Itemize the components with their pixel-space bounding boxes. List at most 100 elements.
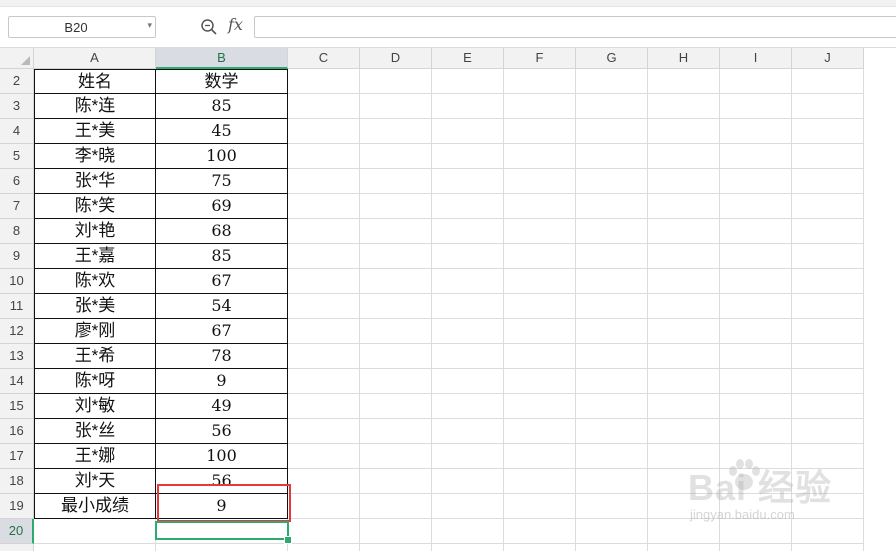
cell-i15[interactable]: [720, 394, 792, 419]
cell-d18[interactable]: [360, 469, 432, 494]
cell-j4[interactable]: [792, 119, 864, 144]
row-header-15[interactable]: 15: [0, 394, 34, 419]
column-header-j[interactable]: J: [792, 48, 864, 69]
cell-j19[interactable]: [792, 494, 864, 519]
row-header-2[interactable]: 2: [0, 69, 34, 94]
cell-g12[interactable]: [576, 319, 648, 344]
cell-i16[interactable]: [720, 419, 792, 444]
cell-b11[interactable]: 54: [156, 294, 288, 319]
cell-h5[interactable]: [648, 144, 720, 169]
cell-j13[interactable]: [792, 344, 864, 369]
cell-e14[interactable]: [432, 369, 504, 394]
cell-c5[interactable]: [288, 144, 360, 169]
cell-f6[interactable]: [504, 169, 576, 194]
row-header-11[interactable]: 11: [0, 294, 34, 319]
cell-a21[interactable]: [34, 544, 156, 551]
cell-h3[interactable]: [648, 94, 720, 119]
cell-b8[interactable]: 68: [156, 219, 288, 244]
cell-f7[interactable]: [504, 194, 576, 219]
cell-f11[interactable]: [504, 294, 576, 319]
cell-c10[interactable]: [288, 269, 360, 294]
cell-d2[interactable]: [360, 69, 432, 94]
cell-i2[interactable]: [720, 69, 792, 94]
cell-h8[interactable]: [648, 219, 720, 244]
cell-e13[interactable]: [432, 344, 504, 369]
cell-a7[interactable]: 陈*笑: [34, 194, 156, 219]
cell-i20[interactable]: [720, 519, 792, 544]
cell-h9[interactable]: [648, 244, 720, 269]
cell-g8[interactable]: [576, 219, 648, 244]
cell-c11[interactable]: [288, 294, 360, 319]
cell-g14[interactable]: [576, 369, 648, 394]
cell-g9[interactable]: [576, 244, 648, 269]
cell-b6[interactable]: 75: [156, 169, 288, 194]
cell-f20[interactable]: [504, 519, 576, 544]
cell-i18[interactable]: [720, 469, 792, 494]
cell-e5[interactable]: [432, 144, 504, 169]
row-header-9[interactable]: 9: [0, 244, 34, 269]
cell-g16[interactable]: [576, 419, 648, 444]
cell-j21[interactable]: [792, 544, 864, 551]
cell-e9[interactable]: [432, 244, 504, 269]
cell-i9[interactable]: [720, 244, 792, 269]
cell-c20[interactable]: [288, 519, 360, 544]
cell-g10[interactable]: [576, 269, 648, 294]
cell-c18[interactable]: [288, 469, 360, 494]
cell-j2[interactable]: [792, 69, 864, 94]
select-all-corner[interactable]: [0, 48, 34, 69]
cell-i19[interactable]: [720, 494, 792, 519]
cell-i21[interactable]: [720, 544, 792, 551]
cell-g7[interactable]: [576, 194, 648, 219]
cell-g5[interactable]: [576, 144, 648, 169]
cell-e11[interactable]: [432, 294, 504, 319]
cell-h12[interactable]: [648, 319, 720, 344]
cell-a18[interactable]: 刘*天: [34, 469, 156, 494]
cell-g6[interactable]: [576, 169, 648, 194]
cell-e2[interactable]: [432, 69, 504, 94]
cell-e10[interactable]: [432, 269, 504, 294]
row-header-12[interactable]: 12: [0, 319, 34, 344]
cell-a8[interactable]: 刘*艳: [34, 219, 156, 244]
cell-e18[interactable]: [432, 469, 504, 494]
cell-a17[interactable]: 王*娜: [34, 444, 156, 469]
cell-c14[interactable]: [288, 369, 360, 394]
cell-j10[interactable]: [792, 269, 864, 294]
cell-b5[interactable]: 100: [156, 144, 288, 169]
cell-j3[interactable]: [792, 94, 864, 119]
cell-j15[interactable]: [792, 394, 864, 419]
cell-f5[interactable]: [504, 144, 576, 169]
row-header-10[interactable]: 10: [0, 269, 34, 294]
cell-h14[interactable]: [648, 369, 720, 394]
cell-j20[interactable]: [792, 519, 864, 544]
cell-f8[interactable]: [504, 219, 576, 244]
cell-d17[interactable]: [360, 444, 432, 469]
cell-g21[interactable]: [576, 544, 648, 551]
cell-b14[interactable]: 9: [156, 369, 288, 394]
cell-f15[interactable]: [504, 394, 576, 419]
cell-c8[interactable]: [288, 219, 360, 244]
cell-c17[interactable]: [288, 444, 360, 469]
cell-b9[interactable]: 85: [156, 244, 288, 269]
column-header-a[interactable]: A: [34, 48, 156, 69]
cell-h4[interactable]: [648, 119, 720, 144]
cell-e19[interactable]: [432, 494, 504, 519]
cell-g3[interactable]: [576, 94, 648, 119]
column-header-f[interactable]: F: [504, 48, 576, 69]
cell-e7[interactable]: [432, 194, 504, 219]
cell-d19[interactable]: [360, 494, 432, 519]
cell-a2[interactable]: 姓名: [34, 69, 156, 94]
cell-h7[interactable]: [648, 194, 720, 219]
cell-b10[interactable]: 67: [156, 269, 288, 294]
cell-a20[interactable]: [34, 519, 156, 544]
cell-c13[interactable]: [288, 344, 360, 369]
cell-f12[interactable]: [504, 319, 576, 344]
cell-c16[interactable]: [288, 419, 360, 444]
cell-j9[interactable]: [792, 244, 864, 269]
cell-d20[interactable]: [360, 519, 432, 544]
cell-j14[interactable]: [792, 369, 864, 394]
zoom-search-icon[interactable]: [200, 18, 218, 36]
cell-h16[interactable]: [648, 419, 720, 444]
column-header-g[interactable]: G: [576, 48, 648, 69]
cell-e12[interactable]: [432, 319, 504, 344]
cell-h20[interactable]: [648, 519, 720, 544]
